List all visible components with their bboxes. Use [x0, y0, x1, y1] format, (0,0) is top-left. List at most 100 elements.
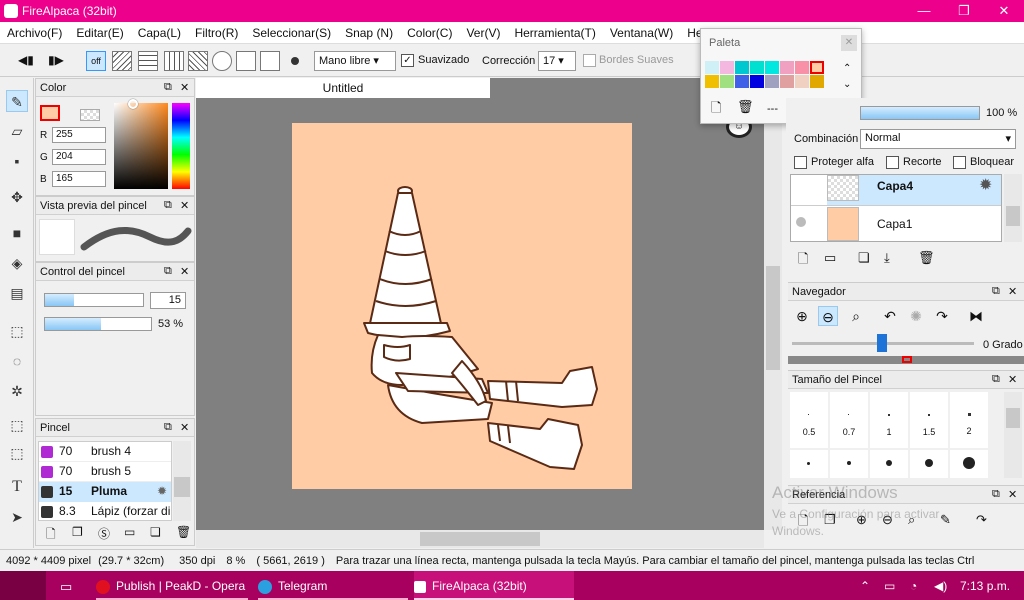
flip-icon[interactable]: ⧓ [966, 306, 986, 326]
close-icon[interactable]: ✕ [180, 81, 189, 94]
palette-swatch[interactable] [795, 75, 809, 88]
dot-tool-icon[interactable]: ▪ [6, 150, 28, 172]
new-layer-icon[interactable]: 🗋 [798, 250, 808, 272]
restore-icon[interactable]: ⧉ [992, 488, 1000, 501]
brush-size-cell[interactable] [870, 450, 908, 478]
taskbar-opera[interactable]: Publish | PeakD - Opera [96, 571, 248, 600]
zoom-out-icon[interactable]: ⊖ [818, 306, 838, 326]
snap-diagonal-icon[interactable] [188, 51, 208, 71]
palette-swatch[interactable] [750, 61, 764, 74]
canvas-drawing[interactable] [292, 123, 632, 489]
delete-icon[interactable]: 🗑 [176, 525, 191, 539]
task-view-icon[interactable]: ▭ [60, 571, 72, 600]
hue-bar[interactable] [172, 103, 190, 189]
canvas-vscrollbar[interactable] [764, 98, 782, 530]
palette-swatch[interactable] [765, 61, 779, 74]
close-button[interactable]: ✕ [984, 0, 1024, 22]
tray-tablet-icon[interactable]: ▭ [884, 571, 895, 600]
ref-copy-icon[interactable]: ❐ [824, 512, 836, 528]
restore-icon[interactable]: ⧉ [164, 421, 172, 434]
palette-swatch-selected[interactable] [810, 61, 824, 74]
ref-fit-icon[interactable]: ⌕ [908, 512, 915, 528]
tray-volume-icon[interactable]: ◀) [934, 571, 947, 600]
taskbar-telegram[interactable]: Telegram [258, 571, 408, 600]
brush-size-cell[interactable]: 1.5 [910, 392, 948, 448]
rotate-reset-icon[interactable]: ✺ [906, 306, 926, 326]
brush-size-cell[interactable]: 0.5 [790, 392, 828, 448]
brush-list-scrollbar[interactable] [173, 441, 191, 521]
snap-curve-icon[interactable] [260, 51, 280, 71]
ref-zoom-in-icon[interactable]: ⊕ [856, 512, 867, 528]
folder-icon[interactable]: ▭ [124, 525, 135, 539]
secondary-color-swatch[interactable] [80, 109, 100, 121]
close-icon[interactable]: ✕ [1008, 488, 1017, 501]
maximize-button[interactable]: ❐ [944, 0, 984, 22]
brush-size-cell[interactable] [910, 450, 948, 478]
palette-swatch[interactable] [780, 61, 794, 74]
next-icon[interactable]: ▮▶ [48, 53, 64, 67]
stroke-mode-select[interactable]: Mano libre ▾ [314, 51, 396, 71]
prev-icon[interactable]: ◀▮ [18, 53, 34, 67]
close-icon[interactable]: ✕ [1008, 373, 1017, 386]
close-icon[interactable]: ✕ [180, 265, 189, 278]
tray-chevron-icon[interactable]: ⌃ [860, 571, 870, 600]
canvas-hscrollbar[interactable] [196, 530, 764, 548]
snap-crisscross-icon[interactable] [164, 51, 184, 71]
layer-visibility-icon[interactable] [796, 217, 806, 227]
rotate-right-icon[interactable]: ↷ [932, 306, 952, 326]
select-eraser-icon[interactable]: ⬚ [6, 442, 28, 464]
text-tool-icon[interactable]: T [6, 476, 28, 498]
palette-close-icon[interactable]: ✕ [841, 35, 857, 51]
brush-size-cell[interactable]: 0.7 [830, 392, 868, 448]
tray-network-icon[interactable]: ◔ [910, 571, 917, 600]
palette-delete-icon[interactable]: 🗑 [737, 99, 754, 115]
palette-swatch[interactable] [810, 75, 824, 88]
r-field[interactable]: 255 [52, 127, 106, 143]
palette-swatch[interactable] [750, 75, 764, 88]
copy-brush-icon[interactable]: ❐ [72, 525, 83, 539]
menu-file[interactable]: Archivo(F) [0, 22, 69, 44]
fill-rect-icon[interactable]: ■ [6, 222, 28, 244]
primary-color-swatch[interactable] [40, 105, 60, 121]
gradient-tool-icon[interactable]: ▤ [6, 282, 28, 304]
restore-icon[interactable]: ⧉ [164, 81, 172, 94]
zoom-in-icon[interactable]: ⊕ [792, 306, 812, 326]
palette-swatch[interactable] [735, 61, 749, 74]
taskbar-firealpaca[interactable]: FireAlpaca (32bit) [414, 571, 574, 600]
snap-off-button[interactable]: off [86, 51, 106, 71]
navigator-viewport[interactable] [902, 356, 912, 363]
opacity-slider[interactable] [44, 317, 152, 331]
b-field[interactable]: 165 [52, 171, 106, 187]
menu-edit[interactable]: Editar(E) [69, 22, 130, 44]
correction-select[interactable]: 17 ▾ [538, 51, 576, 71]
brush-size-cell[interactable]: 1 [870, 392, 908, 448]
snap-radial-icon[interactable] [236, 51, 256, 71]
restore-icon[interactable]: ⧉ [164, 265, 172, 278]
brush-size-slider[interactable] [44, 293, 144, 307]
brush-size-cell[interactable]: 2 [950, 392, 988, 448]
ref-zoom-out-icon[interactable]: ⊖ [882, 512, 893, 528]
snap-dot-icon[interactable] [291, 57, 299, 65]
layer-list-scrollbar[interactable] [1004, 174, 1022, 242]
rotate-left-icon[interactable]: ↶ [880, 306, 900, 326]
palette-swatch[interactable] [780, 75, 794, 88]
rotation-slider-thumb[interactable] [877, 334, 887, 352]
lasso-tool-icon[interactable]: ◌ [6, 350, 28, 372]
zoom-fit-icon[interactable]: ⌕ [846, 306, 866, 326]
duplicate-layer-icon[interactable]: ❏ [858, 250, 870, 266]
palette-scroll-down-icon[interactable]: ⌄ [843, 79, 851, 90]
layer-opacity-slider[interactable] [860, 106, 980, 120]
protect-alpha-checkbox[interactable] [794, 156, 807, 169]
snap-grid-icon[interactable] [138, 51, 158, 71]
ref-rotate-icon[interactable]: ↷ [976, 512, 987, 528]
gear-icon[interactable]: ✹ [979, 175, 992, 195]
restore-icon[interactable]: ⧉ [164, 199, 172, 212]
canvas-tab[interactable]: Untitled [196, 78, 490, 98]
brush-size-cell[interactable] [830, 450, 868, 478]
smooth-checkbox[interactable]: ✓ [401, 54, 414, 67]
brush-item[interactable]: 70 brush 5 [39, 462, 171, 482]
palette-swatch[interactable] [705, 61, 719, 74]
g-field[interactable]: 204 [52, 149, 106, 165]
brush-item[interactable]: 8.3 Lápiz (forzar di [39, 502, 171, 520]
magic-wand-icon[interactable]: ✲ [6, 380, 28, 402]
